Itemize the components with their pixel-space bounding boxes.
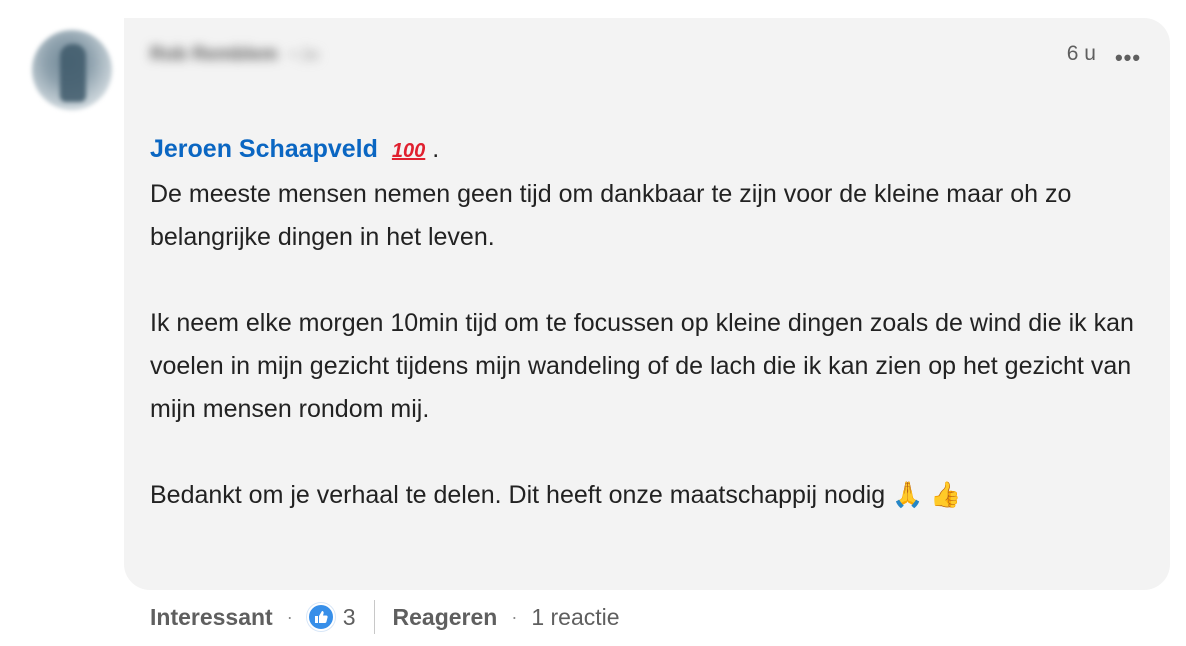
author-name[interactable]: Rob Remblem xyxy=(150,44,278,66)
folded-hands-icon: 🙏 xyxy=(892,481,924,509)
ellipsis-icon: ••• xyxy=(1114,45,1142,70)
avatar-figure xyxy=(60,44,86,102)
thumbs-up-icon: 👍 xyxy=(930,481,962,509)
mention-line: Jeroen Schaapveld 100 . xyxy=(150,128,1150,173)
separator-dot: · xyxy=(286,606,293,627)
author-meta: • 2e xyxy=(289,45,320,64)
separator-dot-2: · xyxy=(511,606,518,627)
actions-divider xyxy=(373,600,375,634)
reply-button[interactable]: Reageren xyxy=(393,604,498,631)
comment-paragraph-3-text: Bedankt om je verhaal te delen. Dit heef… xyxy=(150,481,886,509)
mention-link[interactable]: Jeroen Schaapveld xyxy=(150,135,378,163)
comment-actions: Interessant · 3 Reageren · 1 reactie xyxy=(150,598,620,636)
thumbs-up-glyph-icon xyxy=(314,611,328,623)
mention-suffix: . xyxy=(432,135,440,163)
hundred-points-icon: 100 xyxy=(391,140,426,162)
comment-timestamp: 6 u xyxy=(1066,42,1096,65)
more-options-button[interactable]: ••• xyxy=(1108,46,1148,70)
comment-paragraph-2: Ik neem elke morgen 10min tijd om te foc… xyxy=(150,309,1134,423)
comment-paragraph-3: Bedankt om je verhaal te delen. Dit heef… xyxy=(150,474,1150,517)
comment-bubble: Rob Remblem • 2e 6 u ••• Jeroen Schaapve… xyxy=(124,18,1170,590)
reply-count-link[interactable]: 1 reactie xyxy=(531,604,619,631)
author-avatar[interactable] xyxy=(32,30,112,110)
comment-text: Jeroen Schaapveld 100 . De meeste mensen … xyxy=(150,128,1150,517)
like-button[interactable]: Interessant xyxy=(150,604,273,631)
comment-author[interactable]: Rob Remblem • 2e xyxy=(150,40,319,70)
reaction-count[interactable]: 3 xyxy=(343,604,356,631)
comment-paragraph-1: De meeste mensen nemen geen tijd om dank… xyxy=(150,180,1072,251)
like-reaction-icon[interactable] xyxy=(306,603,335,631)
